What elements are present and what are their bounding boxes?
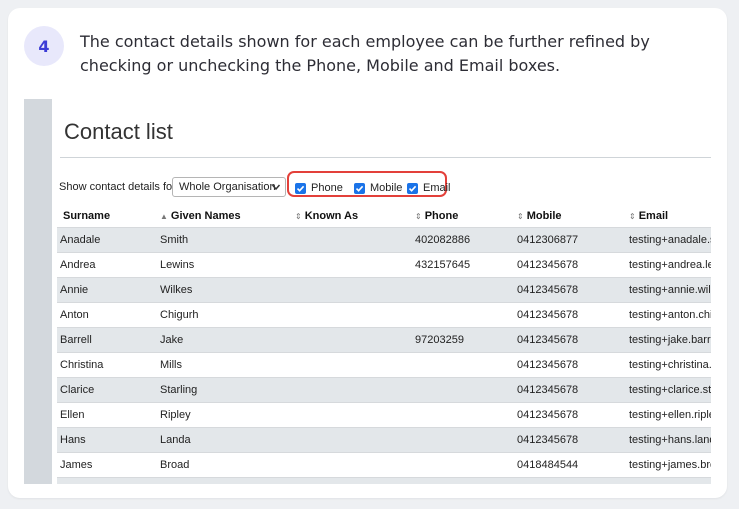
table-cell: testing+andrea.le [629,259,711,271]
mobile-checkbox-label: Mobile [370,182,403,194]
checkbox-checked-icon [407,182,418,194]
table-body: Anadale Smith 402082886 0412306877 testing+a… [57,227,711,484]
table-cell: 0412345678 [517,478,578,484]
mobile-checkbox[interactable]: Mobile [354,182,402,194]
table-cell: 97203259 [415,334,464,346]
phone-checkbox[interactable]: Phone [295,182,343,194]
table-cell: Andrea [60,259,96,271]
table-row[interactable]: Ellen Ripley 0412345678 testing+ellen.riple [57,402,711,427]
phone-checkbox-label: Phone [311,182,343,194]
table-row[interactable]: Hans Landa 0412345678 testing+hans.land [57,427,711,452]
table-row[interactable]: Joe Bloggs 0412345678 testing+joe.blogg [57,477,711,484]
table-cell: 0412345678 [517,334,579,346]
table-cell: 0412345678 [517,409,579,421]
table-cell: Landa [160,434,191,446]
table-cell: Joe [60,478,78,484]
table-cell: testing+annie.wilk [629,284,711,296]
table-row[interactable]: Andrea Lewins 432157645 0412345678 testing+a… [57,252,711,277]
column-header-email[interactable]: ⇕ Email [629,205,668,228]
table-cell: testing+clarice.sta [629,384,711,396]
table-cell: Anton [60,309,89,321]
table-cell: 432157645 [415,259,471,271]
sort-ascending-icon: ▲ [160,212,168,221]
table-cell: Annie [60,284,89,296]
checkbox-checked-icon [295,182,306,194]
sort-icon: ⇕ [629,212,636,221]
column-header-phone[interactable]: ⇕ Phone [415,205,458,228]
table-cell: Christina [60,359,104,371]
chevron-down-icon [271,184,281,191]
table-row[interactable]: Annie Wilkes 0412345678 testing+annie.wilk [57,277,711,302]
table-row[interactable]: Anton Chigurh 0412345678 testing+anton.chig [57,302,711,327]
email-checkbox-label: Email [423,182,451,194]
checkbox-checked-icon [354,182,365,194]
table-cell: Wilkes [160,284,193,296]
table-cell: testing+jake.barre [629,334,711,346]
column-header-given-names[interactable]: ▲ Given Names [160,205,241,228]
column-header-known-as[interactable]: ⇕ Known As [295,205,358,228]
table-cell: Bloggs [160,478,194,484]
sort-icon: ⇕ [517,212,524,221]
table-cell: Anadale [60,234,101,246]
table-cell: Hans [60,434,86,446]
table-cell: Chigurh [160,309,199,321]
table-cell: 0412345678 [517,434,579,446]
step-number-badge: 4 [24,26,64,66]
instruction-card: 4 The contact details shown for each emp… [8,8,727,498]
scope-select-value: Whole Organisation [179,181,276,193]
table-cell: 0412345678 [517,359,579,371]
column-header-surname[interactable]: Surname [60,205,110,228]
table-cell: Clarice [60,384,95,396]
table-cell: Ellen [60,409,85,421]
table-cell: Starling [160,384,198,396]
table-cell: Smith [160,234,189,246]
table-row[interactable]: James Broad 0418484544 testing+james.bro [57,452,711,477]
table-row[interactable]: Clarice Starling 0412345678 testing+clarice… [57,377,711,402]
table-cell: 402082886 [415,234,471,246]
table-row[interactable]: Christina Mills 0412345678 testing+christin… [57,352,711,377]
table-cell: Jake [160,334,184,346]
table-cell: 0412345678 [517,284,579,296]
table-cell: 0418484544 [517,459,579,471]
table-cell: James [60,459,93,471]
table-cell: Barrell [60,334,92,346]
table-cell: 0412345678 [517,259,579,271]
table-row[interactable]: Anadale Smith 402082886 0412306877 testing+a… [57,227,711,252]
page-title: Contact list [64,119,173,144]
table-cell: Ripley [160,409,191,421]
title-divider [60,157,711,158]
table-cell: 0412345678 [517,309,579,321]
table-cell: testing+joe.blogg [629,478,711,484]
table-cell: testing+christina.r [629,359,711,371]
table-cell: testing+anadale.s [629,234,711,246]
table-cell: testing+ellen.riple [629,409,711,421]
sort-icon: ⇕ [415,212,422,221]
filter-label: Show contact details for [59,181,176,193]
scope-select[interactable]: Whole Organisation [172,177,286,197]
table-cell: Broad [160,459,190,471]
table-header: Surname ▲ Given Names ⇕ Known As ⇕ Phone ⇕ M… [57,205,711,227]
table-cell: testing+anton.chig [629,309,711,321]
app-main-panel: Contact list Show contact details for Wh… [52,99,711,484]
contact-table: Surname ▲ Given Names ⇕ Known As ⇕ Phone ⇕ M… [57,205,711,484]
column-header-mobile[interactable]: ⇕ Mobile [517,205,562,228]
app-screenshot: Contact list Show contact details for Wh… [24,99,711,484]
table-cell: testing+hans.land [629,434,711,446]
table-cell: Mills [160,359,182,371]
email-checkbox[interactable]: Email [407,182,451,194]
app-sidebar [24,99,52,484]
table-cell: 0412306877 [517,234,579,246]
step-description: The contact details shown for each emplo… [80,32,650,75]
table-cell: 0412345678 [517,384,579,396]
table-cell: Lewins [160,259,195,271]
table-row[interactable]: Barrell Jake 97203259 0412345678 testing+jak… [57,327,711,352]
sort-icon: ⇕ [295,212,302,221]
table-cell: testing+james.bro [629,459,711,471]
